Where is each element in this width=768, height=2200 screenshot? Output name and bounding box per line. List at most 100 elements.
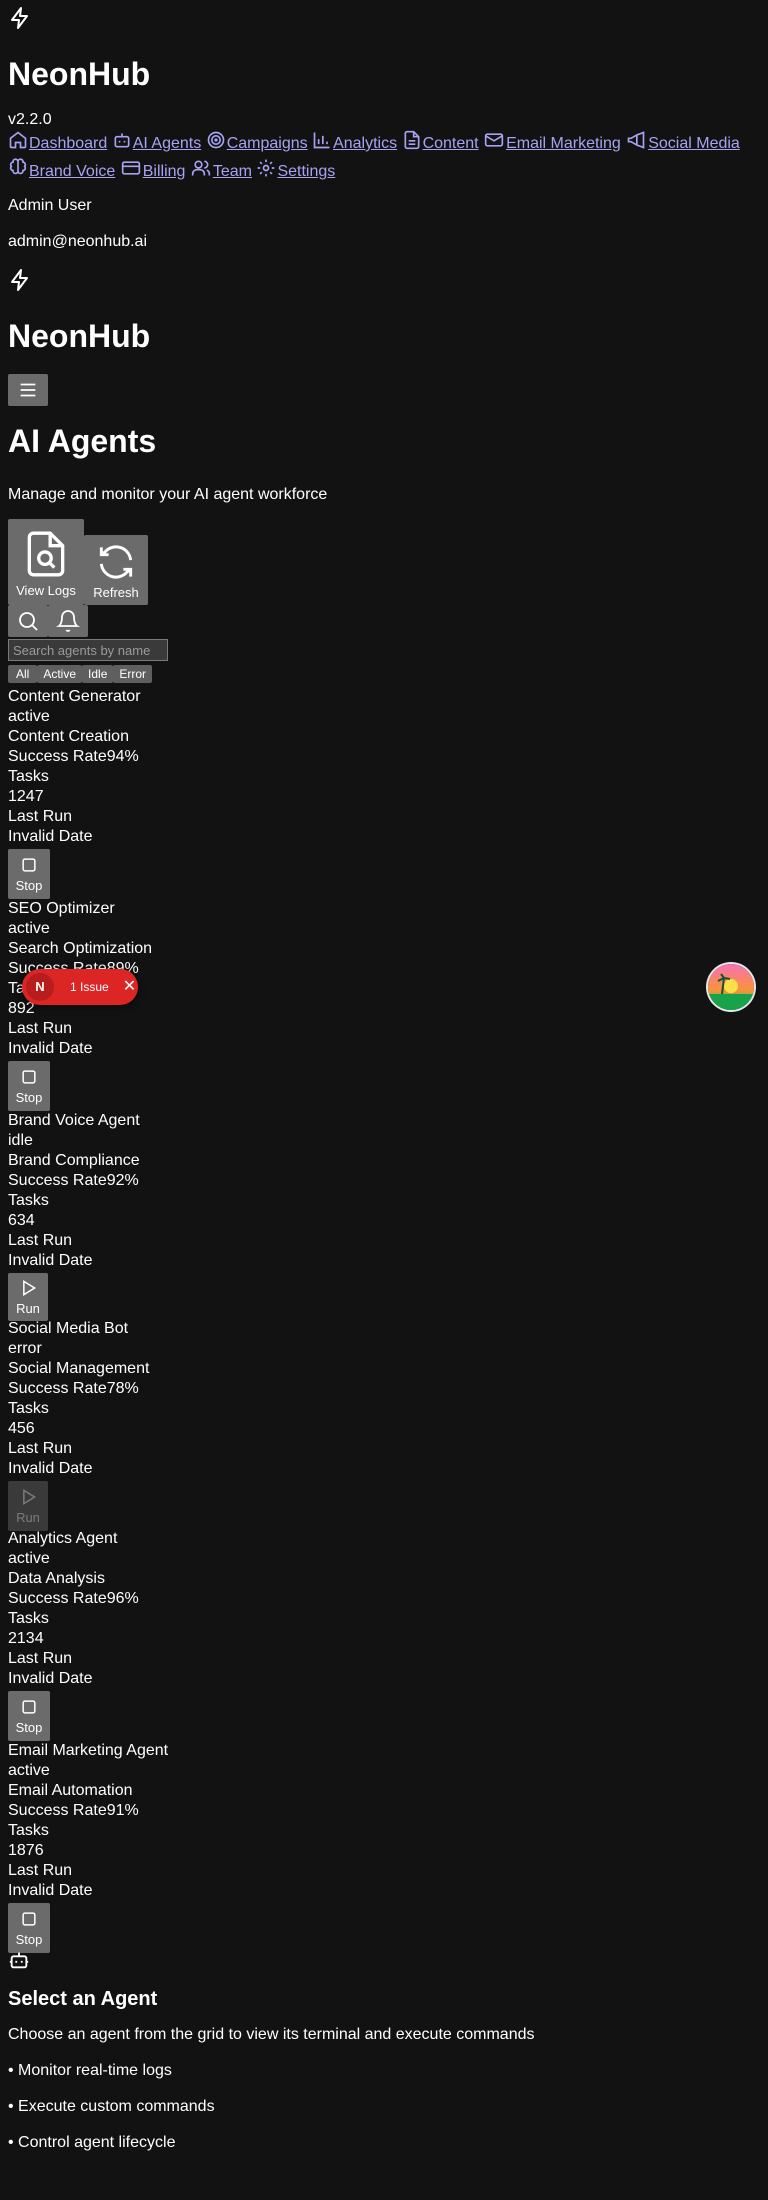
agent-card[interactable]: SEO Optimizer active Search Optimization…: [8, 899, 760, 1111]
agent-success-rate: Success Rate91%: [8, 1802, 139, 1819]
view-logs-button[interactable]: View Logs: [8, 519, 84, 605]
header-brand-title: NeonHub: [8, 318, 151, 354]
nav-item-social-media[interactable]: Social Media: [625, 131, 740, 152]
agent-last-run-value: Invalid Date: [8, 828, 93, 845]
agent-last-run-label: Last Run: [8, 1650, 73, 1667]
filter-active-button[interactable]: Active: [37, 665, 83, 683]
nav-item-campaigns[interactable]: Campaigns: [206, 131, 308, 152]
sidebar-brand-title: NeonHub: [8, 56, 151, 92]
issues-badge-initial: N: [26, 973, 54, 1001]
empty-state-title: Select an Agent: [8, 1988, 158, 2010]
menu-icon: [17, 379, 39, 401]
agent-card[interactable]: Social Media Bot error Social Management…: [8, 1319, 760, 1531]
agent-category: Social Management: [8, 1360, 150, 1377]
refresh-button[interactable]: Refresh: [84, 535, 148, 605]
agent-stop-button[interactable]: Stop: [8, 849, 50, 899]
agent-grid: Content Generator active Content Creatio…: [8, 687, 760, 1953]
filter-error-button[interactable]: Error: [113, 665, 153, 683]
agent-tasks-label: Tasks: [8, 768, 49, 785]
agent-tasks-value: 1876: [8, 1842, 44, 1859]
agent-stop-button[interactable]: Stop: [8, 1903, 50, 1953]
sidebar-nav: Dashboard AI Agents Campaigns Analytics …: [8, 130, 748, 186]
nav-item-ai-agents[interactable]: AI Agents: [112, 133, 201, 152]
agent-name: SEO Optimizer: [8, 900, 115, 917]
search-icon: [16, 609, 40, 633]
agent-last-run-value: Invalid Date: [8, 1882, 93, 1899]
agent-stop-button[interactable]: Stop: [8, 1061, 50, 1111]
refresh-label: Refresh: [93, 585, 139, 600]
page-subtitle: Manage and monitor your AI agent workfor…: [8, 486, 328, 503]
agent-category: Content Creation: [8, 728, 129, 745]
agent-card[interactable]: Brand Voice Agent idle Brand Compliance …: [8, 1111, 760, 1321]
brain-icon: [8, 158, 28, 178]
agent-stop-button[interactable]: Stop: [8, 1691, 50, 1741]
version-label: v2.2.0: [8, 111, 52, 128]
nav-item-billing[interactable]: Billing: [120, 161, 185, 180]
avatar[interactable]: [708, 964, 754, 1010]
nav-item-settings[interactable]: Settings: [256, 159, 335, 180]
agent-name: Content Generator: [8, 688, 141, 705]
agent-tasks-value: 2134: [8, 1630, 44, 1647]
agent-status: idle: [8, 1132, 33, 1149]
bell-icon: [56, 609, 80, 633]
close-icon[interactable]: ✕: [123, 977, 136, 997]
menu-toggle-button[interactable]: [8, 374, 48, 406]
agent-last-run-label: Last Run: [8, 1020, 73, 1037]
play-icon: [18, 1487, 38, 1507]
agent-tasks-label: Tasks: [8, 1610, 49, 1627]
nav-item-brand-voice[interactable]: Brand Voice: [8, 158, 115, 180]
nav-item-email-marketing[interactable]: Email Marketing: [483, 133, 621, 152]
empty-state-bullet: • Monitor real-time logs: [8, 2062, 172, 2079]
stop-icon: [19, 1067, 39, 1087]
nav-item-analytics[interactable]: Analytics: [312, 132, 397, 152]
user-email: admin@neonhub.ai: [8, 233, 148, 250]
stop-icon: [19, 1697, 39, 1717]
nav-item-content[interactable]: Content: [402, 130, 479, 152]
play-icon: [18, 1278, 38, 1298]
stop-icon: [19, 1909, 39, 1929]
agent-last-run-label: Last Run: [8, 1440, 73, 1457]
agent-success-rate: Success Rate96%: [8, 1590, 139, 1607]
agent-last-run-value: Invalid Date: [8, 1040, 93, 1057]
agent-name: Social Media Bot: [8, 1320, 129, 1337]
file-search-icon: [21, 527, 71, 581]
user-name: Admin User: [8, 197, 92, 214]
agent-status: active: [8, 1550, 50, 1567]
gear-icon: [256, 158, 276, 178]
megaphone-icon: [625, 130, 647, 150]
users-icon: [190, 158, 212, 178]
agent-tasks-value: 456: [8, 1420, 35, 1437]
agent-category: Brand Compliance: [8, 1152, 140, 1169]
agent-success-rate: Success Rate78%: [8, 1380, 139, 1397]
filter-all-button[interactable]: All: [8, 665, 38, 683]
agent-card[interactable]: Email Marketing Agent active Email Autom…: [8, 1741, 760, 1953]
agent-card[interactable]: Analytics Agent active Data Analysis Suc…: [8, 1529, 760, 1741]
agent-status: active: [8, 708, 50, 725]
zap-header-icon: [8, 268, 32, 292]
filter-idle-button[interactable]: Idle: [82, 665, 114, 683]
search-button[interactable]: [8, 605, 48, 637]
nav-item-dashboard[interactable]: Dashboard: [8, 131, 107, 152]
issues-badge[interactable]: N 1 Issue ✕: [22, 969, 138, 1005]
agent-category: Data Analysis: [8, 1570, 105, 1587]
zap-logo-icon: [8, 6, 32, 30]
notifications-button[interactable]: [48, 605, 88, 637]
agent-last-run-value: Invalid Date: [8, 1252, 93, 1269]
search-agents-input[interactable]: [8, 639, 168, 661]
agent-run-button-disabled[interactable]: Run: [8, 1481, 48, 1531]
status-filter-group: All Active Idle Error: [8, 665, 760, 683]
agent-last-run-label: Last Run: [8, 1862, 73, 1879]
agent-category: Email Automation: [8, 1782, 133, 1799]
bar-chart-icon: [312, 130, 332, 150]
agent-last-run-value: Invalid Date: [8, 1670, 93, 1687]
view-logs-label: View Logs: [16, 582, 76, 598]
agent-name: Brand Voice Agent: [8, 1112, 140, 1129]
mail-icon: [483, 130, 505, 150]
agent-tasks-value: 634: [8, 1212, 35, 1229]
nav-item-team[interactable]: Team: [190, 160, 252, 180]
agent-run-button[interactable]: Run: [8, 1273, 48, 1321]
target-icon: [206, 130, 226, 150]
issues-badge-label: 1 Issue: [70, 979, 109, 994]
agent-status: active: [8, 920, 50, 937]
agent-card[interactable]: Content Generator active Content Creatio…: [8, 687, 760, 899]
